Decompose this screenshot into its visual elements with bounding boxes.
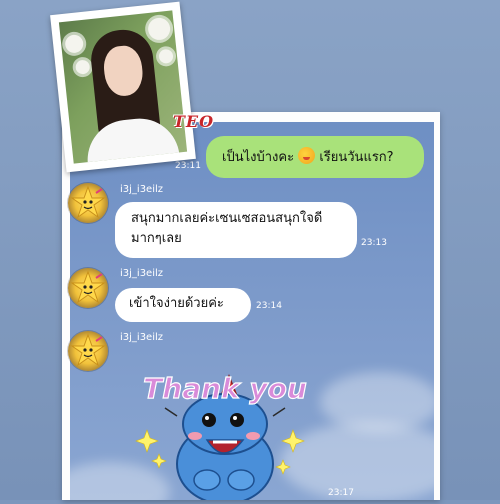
sender-avatar[interactable] [68,183,108,223]
thank-you-sticker[interactable]: Thank you [125,368,325,504]
grinning-face-emoji-icon [298,147,316,164]
outgoing-message-text-end: เรียนวันแรก? [319,150,394,165]
incoming-message-time: 23:14 [256,301,282,311]
outgoing-message-text: เป็นไงบ้างคะ [222,150,295,165]
outgoing-message-bubble[interactable]: เป็นไงบ้างคะ เรียนวันแรก? [206,136,424,178]
sticker-message-time: 23:17 [328,488,354,498]
outgoing-message-time: 23:11 [175,161,201,171]
sender-avatar[interactable] [68,268,108,308]
profile-photo [50,1,196,173]
sticker-text: Thank you [143,372,307,405]
sender-name: i3j_i3eilz [120,268,164,279]
sender-avatar[interactable] [68,331,108,371]
incoming-message-line: มากๆเลย [131,231,182,246]
incoming-message-bubble[interactable]: เข้าใจง่ายด้วยค่ะ [115,288,251,322]
sender-name: i3j_i3eilz [120,184,164,195]
star-avatar-icon [70,270,106,304]
incoming-message-line: เข้าใจง่ายด้วยค่ะ [129,296,224,311]
incoming-message-bubble[interactable]: สนุกมากเลยค่ะเซนเซสอนสนุกใจดี มากๆเลย [115,202,357,258]
star-avatar-icon [70,333,106,367]
teo-logo: TEO [173,112,215,131]
star-avatar-icon [70,185,106,219]
dinosaur-sticker-icon: Thank you [135,371,307,504]
sender-name: i3j_i3eilz [120,332,164,343]
incoming-message-line: สนุกมากเลยค่ะเซนเซสอนสนุกใจดี [131,211,323,226]
incoming-message-time: 23:13 [361,238,387,248]
